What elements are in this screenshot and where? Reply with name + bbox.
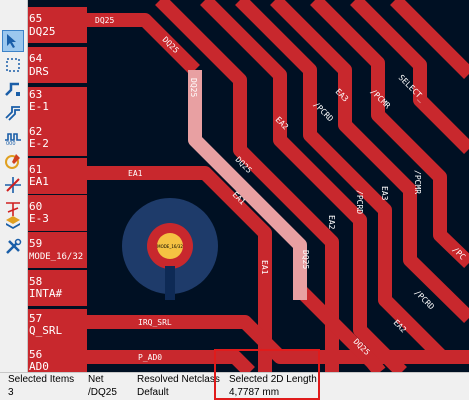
- track-label-ea1-horiz: EA1: [128, 169, 143, 178]
- net-field: Net /DQ25: [88, 373, 117, 399]
- track-label-dq25-vert1: DQ25: [189, 78, 198, 97]
- selected-items-field: Selected Items 3: [8, 373, 74, 399]
- pad-65-net: DQ25: [29, 25, 56, 38]
- status-bar: Selected Items 3 Net /DQ25 Resolved Netc…: [0, 372, 469, 400]
- via-label: MODE_16/32: [157, 244, 183, 249]
- track-label-irq-srl: IRQ_SRL: [138, 318, 172, 327]
- length-label: Selected 2D Length: [229, 374, 317, 385]
- differential-pair-icon[interactable]: [2, 102, 24, 124]
- selected-items-value: 3: [8, 387, 14, 398]
- layer-stack-icon[interactable]: [2, 212, 24, 234]
- svg-text:000: 000: [6, 141, 16, 146]
- pad-64-number: 64: [29, 52, 43, 65]
- length-value: 4,7787 mm: [229, 387, 280, 398]
- dashed-selection-icon[interactable]: [2, 54, 24, 76]
- track-label-ea2-b: EA2: [327, 215, 336, 230]
- netclass-field: Resolved Netclass Default: [137, 373, 220, 399]
- net-label: Net: [88, 374, 104, 385]
- tools-icon[interactable]: [2, 236, 24, 258]
- pad-63-net: E-1: [29, 100, 49, 113]
- track-label-pcrd-b: /PCRD: [355, 190, 364, 214]
- pad-65-number: 65: [29, 12, 42, 25]
- pad-64-net: DRS: [29, 65, 49, 78]
- track-label-dq25-vert2: DQ25: [301, 250, 310, 269]
- pad-62-net: E-2: [29, 137, 49, 150]
- netclass-label: Resolved Netclass: [137, 374, 220, 385]
- length-field: Selected 2D Length 4,7787 mm: [229, 373, 317, 399]
- selected-items-label: Selected Items: [8, 374, 75, 385]
- track-label-dq25-top: DQ25: [95, 16, 114, 25]
- left-toolbar: 000: [0, 0, 28, 372]
- track-label-p-ad0: P_AD0: [138, 353, 162, 362]
- grid-origin-icon[interactable]: [2, 150, 24, 172]
- netclass-value: Default: [137, 387, 169, 398]
- pad-58-net: INTA#: [29, 287, 62, 300]
- net-value: /DQ25: [88, 387, 117, 398]
- pad-61-net: EA1: [29, 175, 49, 188]
- tune-length-icon[interactable]: 000: [2, 126, 24, 148]
- select-cursor-icon[interactable]: [2, 30, 24, 52]
- track-label-pcmr-b: /PCMR: [413, 170, 422, 194]
- pad-57-net: Q_SRL: [29, 324, 62, 337]
- pcb-canvas[interactable]: MODE_16/32 65 DQ25 64 DRS 63 E-1 62 E-2 …: [27, 0, 469, 372]
- pad-60-net: E-3: [29, 212, 49, 225]
- pad-59-net: MODE_16/32: [29, 252, 83, 262]
- track-label-ea3-b: EA3: [380, 186, 389, 201]
- no-entry-icon[interactable]: [2, 174, 24, 196]
- track-label-ea1-vert: EA1: [260, 260, 269, 275]
- pad-56-net: AD0: [29, 360, 49, 372]
- route-track-icon[interactable]: [2, 78, 24, 100]
- pad-59-number: 59: [29, 237, 42, 250]
